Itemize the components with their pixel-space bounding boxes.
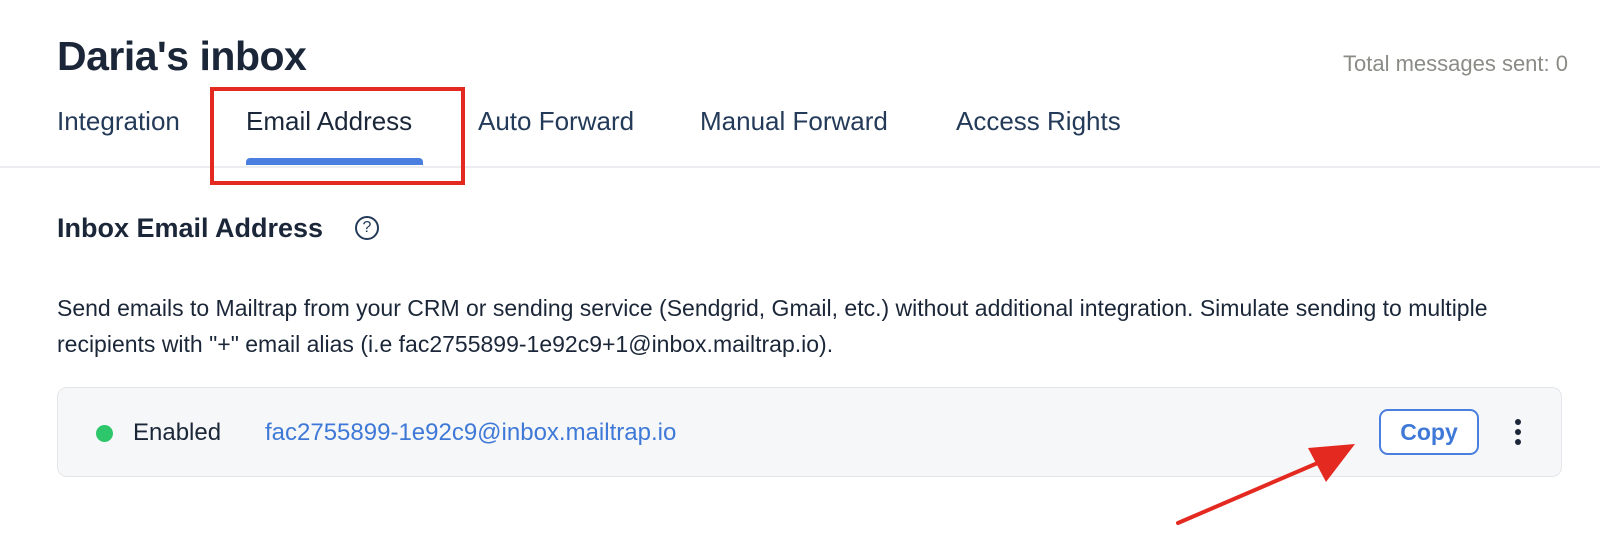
status-dot-icon: [96, 425, 113, 442]
active-tab-indicator: [246, 158, 423, 165]
page-title: Daria's inbox: [57, 33, 307, 79]
tab-bar: Integration Email Address Auto Forward M…: [0, 96, 1600, 168]
tab-email-address[interactable]: Email Address: [246, 104, 412, 138]
inbox-page: Daria's inbox Total messages sent: 0 Int…: [0, 0, 1600, 536]
tab-manual-forward[interactable]: Manual Forward: [700, 104, 888, 138]
question-circle-icon[interactable]: ?: [355, 216, 379, 240]
tab-access-rights[interactable]: Access Rights: [956, 104, 1121, 138]
ellipsis-dot: [1515, 419, 1521, 425]
copy-button[interactable]: Copy: [1379, 409, 1479, 455]
inbox-email-link[interactable]: fac2755899-1e92c9@inbox.mailtrap.io: [265, 417, 676, 449]
email-address-row: Enabled fac2755899-1e92c9@inbox.mailtrap…: [57, 387, 1562, 477]
vertical-ellipsis-icon[interactable]: [1503, 412, 1533, 452]
tab-auto-forward[interactable]: Auto Forward: [478, 104, 634, 138]
total-messages-sent: Total messages sent: 0: [1342, 51, 1568, 76]
section-title: Inbox Email Address: [57, 213, 324, 243]
tab-integration[interactable]: Integration: [57, 104, 180, 138]
status-label: Enabled: [133, 419, 222, 446]
ellipsis-dot: [1515, 429, 1521, 435]
section-description: Send emails to Mailtrap from your CRM or…: [57, 295, 1488, 357]
ellipsis-dot: [1515, 439, 1521, 445]
